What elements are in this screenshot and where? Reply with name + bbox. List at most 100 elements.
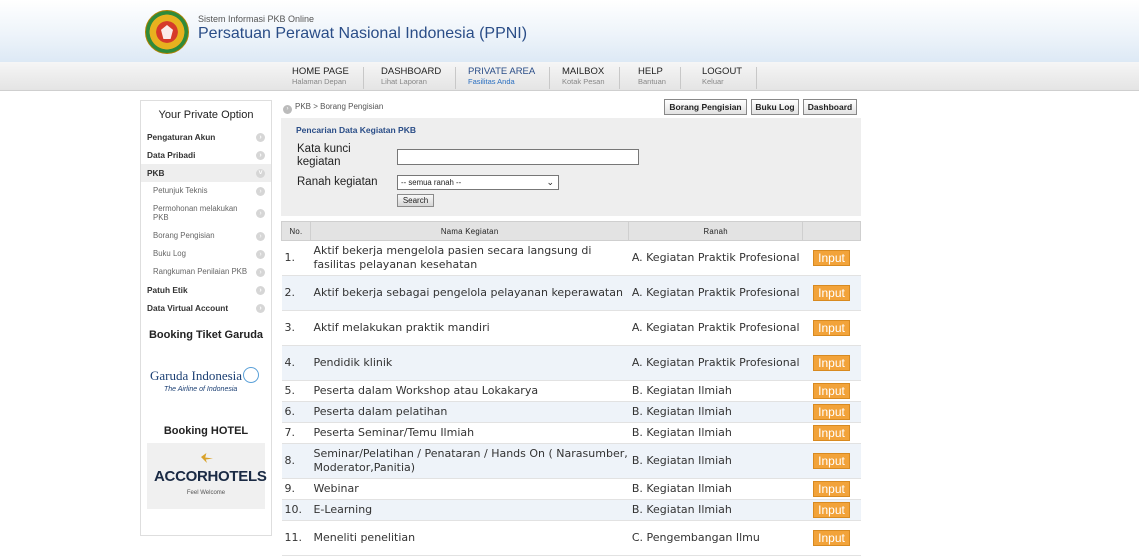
hotel-promo-title: Booking HOTEL [163,425,249,437]
input-button[interactable]: Input [813,355,851,371]
ppni-logo[interactable] [145,10,189,54]
table-row: 1. Aktif bekerja mengelola pasien secara… [281,240,861,276]
nav-private-area[interactable]: PRIVATE AREA Fasilitas Anda [468,67,551,89]
sidebar-item-pkb[interactable]: PKB ˅ [141,164,271,182]
row-no: 1. [281,240,311,276]
ranah-select[interactable]: -- semua ranah -- ⌄ [397,175,559,190]
sidebar-item-petunjuk-teknis[interactable]: Petunjuk Teknis › [141,182,271,200]
sidebar-item-label: Rangkuman Penilaian PKB [153,267,248,276]
nav-sub: Halaman Depan [292,77,347,86]
site-header: Sistem Informasi PKB Online Persatuan Pe… [0,0,1139,62]
row-ranah: B. Kegiatan Ilmiah [628,422,803,444]
row-ranah: B. Kegiatan Ilmiah [628,478,803,500]
row-no: 4. [281,345,311,381]
table-row: 6. Peserta dalam pelatihan B. Kegiatan I… [281,401,861,423]
input-button[interactable]: Input [813,481,851,497]
sidebar-item-label: Pengaturan Akun [147,132,216,142]
col-header-nama: Nama Kegiatan [309,221,630,241]
buku-log-button[interactable]: Buku Log [751,99,799,115]
site-subtitle: Sistem Informasi PKB Online [198,14,315,24]
row-no: 11. [281,520,311,556]
input-button[interactable]: Input [813,285,851,301]
col-header-action [802,221,861,241]
table-header-row: No. Nama Kegiatan Ranah [281,221,861,241]
nav-label: HOME PAGE [292,66,349,77]
input-button[interactable]: Input [813,530,851,546]
nav-sub: Fasilitas Anda [468,77,515,86]
search-panel: Pencarian Data Kegiatan PKB Kata kunci k… [281,118,861,216]
nav-label: HELP [638,66,663,77]
row-nama: Webinar [310,478,629,500]
nav-sub: Lihat Laporan [381,77,427,86]
input-button[interactable]: Input [813,404,851,420]
sidebar-item-rangkuman-penilaian[interactable]: Rangkuman Penilaian PKB › [141,263,271,281]
garuda-promo-title: Booking Tiket Garuda [148,329,264,341]
accor-logo-sub: Feel Welcome [186,490,226,496]
row-no: 5. [281,380,311,402]
col-header-no: No. [281,221,311,241]
row-nama: E-Learning [310,499,629,521]
chevron-down-icon: ⌄ [546,177,554,187]
sidebar-item-label: Buku Log [153,249,186,258]
row-ranah: C. Pengembangan Ilmu [628,520,803,556]
row-no: 10. [281,499,311,521]
row-no: 6. [281,401,311,423]
chevron-right-icon: › [256,209,265,218]
row-nama: Aktif bekerja mengelola pasien secara la… [310,240,629,276]
chevron-right-icon: › [256,232,265,241]
nav-home[interactable]: HOME PAGE Halaman Depan [292,67,364,89]
nav-label: LOGOUT [702,66,743,77]
nav-dashboard[interactable]: DASHBOARD Lihat Laporan [381,66,457,89]
sidebar-title: Your Private Option [158,109,254,121]
sidebar-item-label: Patuh Etik [147,285,188,295]
row-ranah: A. Kegiatan Praktik Profesional [628,275,803,311]
chevron-right-icon: › [256,151,265,160]
sidebar-item-patuh-etik[interactable]: Patuh Etik › [141,281,271,299]
row-ranah: B. Kegiatan Ilmiah [628,380,803,402]
chevron-right-icon: › [256,286,265,295]
dashboard-button[interactable]: Dashboard [803,99,857,115]
sidebar-item-borang-pengisian[interactable]: Borang Pengisian › [141,227,271,245]
col-header-ranah: Ranah [628,221,804,241]
search-title: Pencarian Data Kegiatan PKB [296,125,416,135]
chevron-right-icon: › [256,133,265,142]
input-button[interactable]: Input [813,453,851,469]
table-row: 7. Peserta Seminar/Temu Ilmiah B. Kegiat… [281,422,861,444]
sidebar-item-data-virtual-account[interactable]: Data Virtual Account › [141,299,271,317]
sidebar-item-permohonan-pkb[interactable]: Permohonan melakukan PKB › [141,200,271,227]
search-button[interactable]: Search [397,194,434,207]
nav-label: MAILBOX [562,66,605,77]
accorhotels-logo[interactable]: ACCORHOTELS Feel Welcome [147,443,267,509]
table-row: 8. Seminar/Pelatihan / Penataran / Hands… [281,443,861,479]
sidebar-item-label: Data Virtual Account [147,303,229,313]
chevron-down-icon: ˅ [256,169,265,178]
garuda-logo[interactable]: Garuda Indonesia The Airline of Indonesi… [147,349,265,413]
nav-label: DASHBOARD [381,66,442,77]
nav-sub: Kotak Pesan [562,77,605,86]
ranah-selected-value: -- semua ranah -- [401,178,462,187]
row-nama: Peserta dalam Workshop atau Lokakarya [310,380,629,402]
input-button[interactable]: Input [813,320,851,336]
chevron-right-icon: › [256,268,265,277]
keyword-input[interactable] [397,149,639,165]
input-button[interactable]: Input [813,502,851,518]
row-ranah: A. Kegiatan Praktik Profesional [628,345,803,381]
garuda-logo-text: Garuda Indonesia [150,368,243,383]
sidebar-item-label: PKB [147,168,165,178]
sidebar-item-data-pribadi[interactable]: Data Pribadi › [141,146,271,164]
row-nama: Peserta Seminar/Temu Ilmiah [310,422,629,444]
row-ranah: A. Kegiatan Praktik Profesional [628,310,803,346]
sidebar-item-buku-log[interactable]: Buku Log › [141,245,271,263]
nav-mailbox[interactable]: MAILBOX Kotak Pesan [562,67,620,89]
input-button[interactable]: Input [813,425,851,441]
input-button[interactable]: Input [813,383,851,399]
input-button[interactable]: Input [813,250,851,266]
nav-logout[interactable]: LOGOUT Keluar [702,66,758,89]
nav-help[interactable]: HELP Bantuan [638,67,681,89]
keyword-label: Kata kunci kegiatan [297,143,351,168]
sidebar-item-label: Borang Pengisian [153,231,215,240]
borang-pengisian-button[interactable]: Borang Pengisian [664,99,747,115]
garuda-bird-icon [243,367,259,383]
sidebar-item-pengaturan-akun[interactable]: Pengaturan Akun › [141,128,271,146]
sidebar-item-label: Data Pribadi [147,150,196,160]
